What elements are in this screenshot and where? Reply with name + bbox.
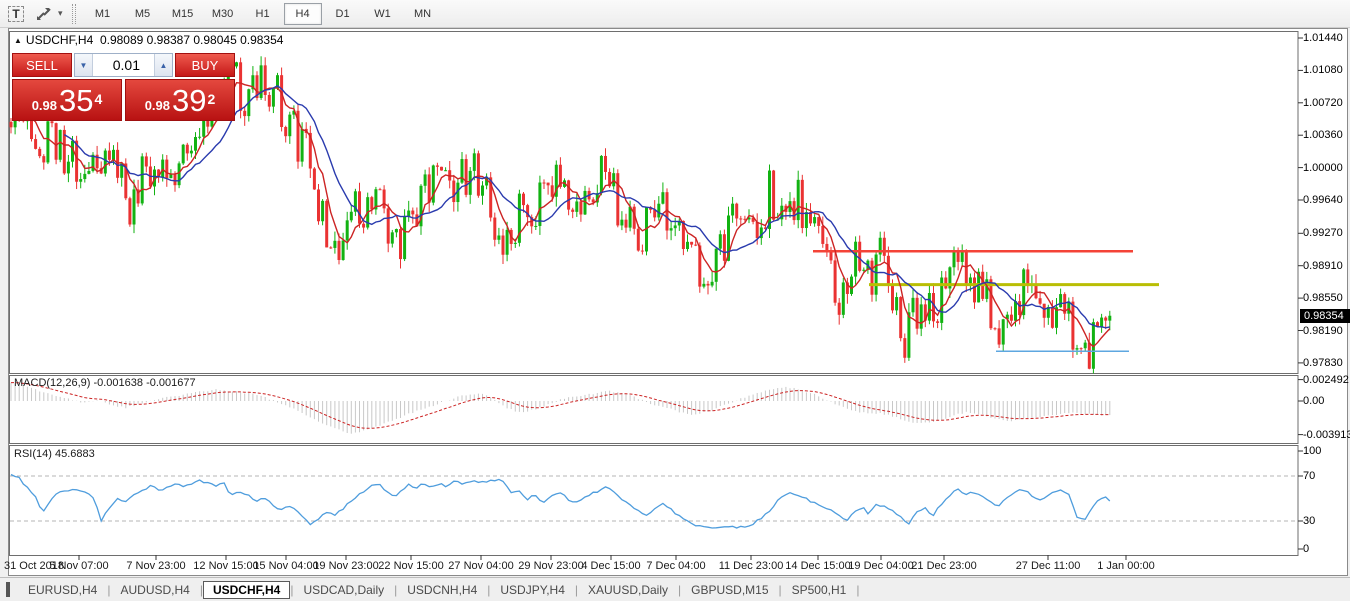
dropdown-caret-icon[interactable]: ▾	[58, 8, 63, 19]
toolbar-grip	[71, 3, 76, 24]
sell-price-prefix: 0.98	[31, 98, 58, 113]
tabbar-grip	[6, 582, 10, 597]
tab-separator: |	[856, 582, 860, 597]
sell-price-sup: 4	[94, 91, 103, 107]
timeframe-button-h1[interactable]: H1	[244, 3, 282, 25]
chart-tab-sp500[interactable]: SP500,H1	[782, 581, 857, 599]
spin-up-icon: ▲	[159, 60, 168, 70]
timeframe-button-mn[interactable]: MN	[404, 3, 442, 25]
timeframe-button-m30[interactable]: M30	[204, 3, 242, 25]
timeframe-button-d1[interactable]: D1	[324, 3, 362, 25]
chart-tab-usdcnh[interactable]: USDCNH,H4	[397, 581, 487, 599]
timeframe-button-h4[interactable]: H4	[283, 2, 322, 25]
cursor-mode-icon[interactable]	[32, 4, 56, 24]
chart-tab-gbpusd[interactable]: GBPUSD,M15	[681, 581, 778, 599]
chart-tabs-bar: EURUSD,H4 | AUDUSD,H4 | USDCHF,H4 | USDCAD,Dai…	[0, 577, 1350, 601]
chart-tab-usdchf[interactable]: USDCHF,H4	[202, 580, 291, 599]
chart-window[interactable]: ▲ USDCHF,H4 0.98089 0.98387 0.98045 0.983…	[4, 28, 1350, 576]
timeframe-button-w1[interactable]: W1	[364, 3, 402, 25]
spin-down-icon: ▼	[79, 60, 88, 70]
volume-increase-button[interactable]: ▲	[154, 54, 172, 76]
volume-input[interactable]: 0.01	[93, 54, 154, 76]
timeframe-button-m5[interactable]: M5	[124, 3, 162, 25]
timeframe-button-m15[interactable]: M15	[164, 3, 202, 25]
one-click-trade-panel: SELL ▼ 0.01 ▲ BUY 0.98 35 4 0.98 39 2	[12, 53, 235, 121]
chart-tab-audusd[interactable]: AUDUSD,H4	[110, 581, 199, 599]
buy-price-sup: 2	[207, 91, 216, 107]
timeframe-buttons: M1 M5 M15 M30 H1 H4 D1 W1 MN	[83, 2, 443, 25]
sell-price-big: 35	[59, 83, 94, 118]
buy-button[interactable]: BUY	[175, 53, 235, 77]
buy-price-prefix: 0.98	[144, 98, 171, 113]
volume-decrease-button[interactable]: ▼	[75, 54, 93, 76]
diagonal-arrows-glyph	[37, 7, 51, 20]
sell-price-display[interactable]: 0.98 35 4	[12, 79, 122, 121]
buy-price-display[interactable]: 0.98 39 2	[125, 79, 235, 121]
chart-tab-xauusd[interactable]: XAUUSD,Daily	[578, 581, 678, 599]
sell-button[interactable]: SELL	[12, 53, 72, 77]
volume-stepper: ▼ 0.01 ▲	[74, 53, 173, 77]
top-toolbar: T ▾ M1 M5 M15 M30 H1 H4 D1 W1 MN	[0, 0, 1350, 28]
chart-tab-usdjpy[interactable]: USDJPY,H4	[490, 581, 574, 599]
chart-tab-usdcad[interactable]: USDCAD,Daily	[293, 581, 394, 599]
timeframe-button-m1[interactable]: M1	[84, 3, 122, 25]
chart-tab-eurusd[interactable]: EURUSD,H4	[18, 581, 107, 599]
buy-price-big: 39	[172, 83, 207, 118]
text-tool-icon[interactable]: T	[4, 4, 28, 24]
